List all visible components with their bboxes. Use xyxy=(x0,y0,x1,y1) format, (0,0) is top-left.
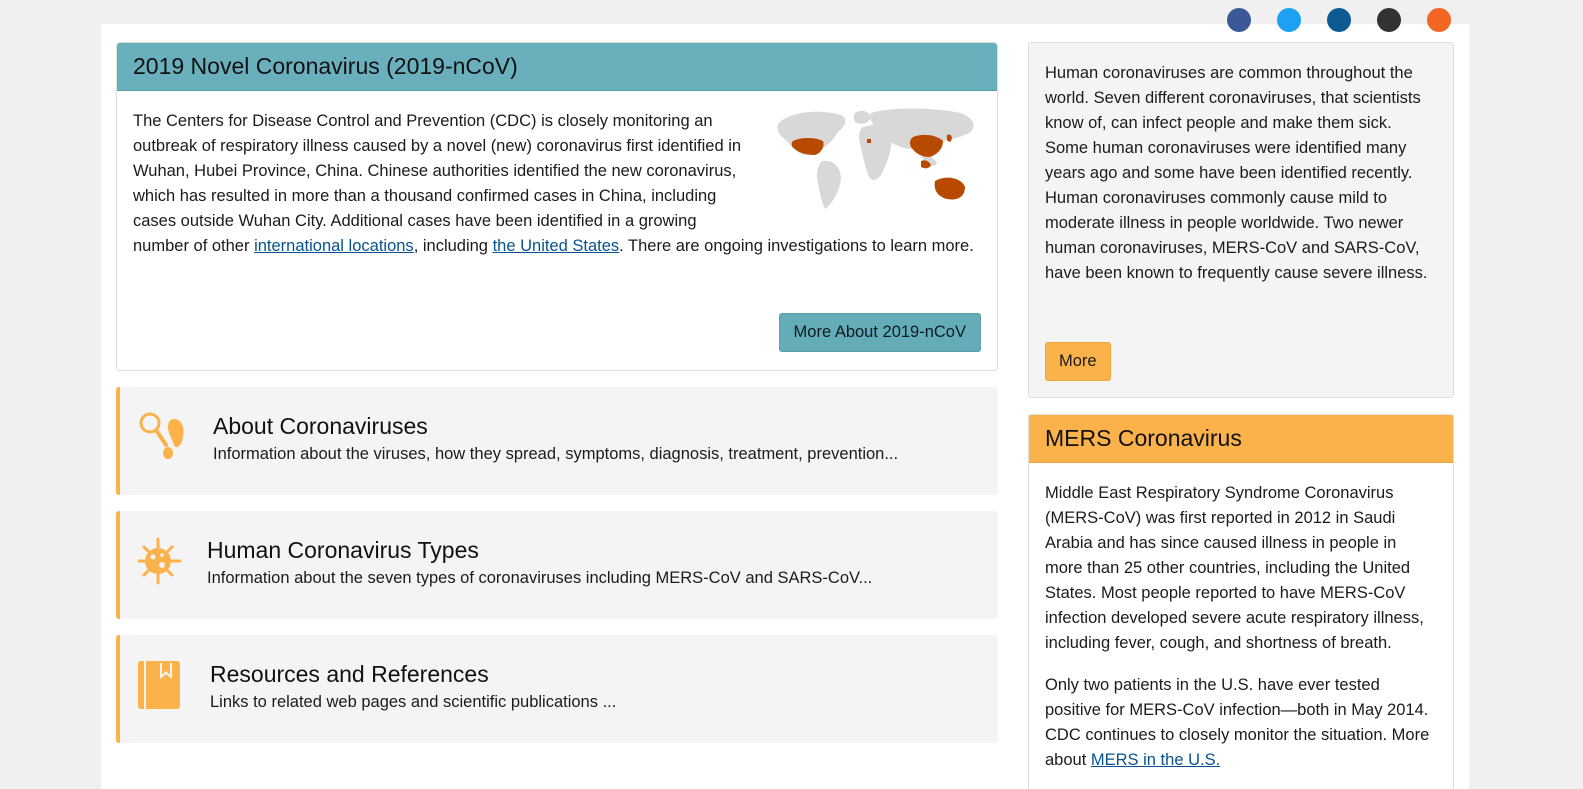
feature-body: The Centers for Disease Control and Prev… xyxy=(117,91,997,259)
feature-header: 2019 Novel Coronavirus (2019-nCoV) xyxy=(117,43,997,91)
mers-panel: MERS Coronavirus Middle East Respiratory… xyxy=(1028,414,1454,789)
feature-title: 2019 Novel Coronavirus (2019-nCoV) xyxy=(133,53,518,79)
card-description: Information about the seven types of cor… xyxy=(207,569,873,587)
social-links xyxy=(1227,8,1451,32)
card-title: About Coronaviruses xyxy=(213,413,428,439)
mers-header: MERS Coronavirus xyxy=(1029,415,1453,463)
left-column: 2019 Novel Coronavirus (2019-nCoV) The C… xyxy=(116,42,998,743)
email-icon[interactable] xyxy=(1377,8,1401,32)
linkedin-icon[interactable] xyxy=(1327,8,1351,32)
card-description: Information about the viruses, how they … xyxy=(213,445,899,463)
rss-icon[interactable] xyxy=(1427,8,1451,32)
right-column: Human coronaviruses are common throughou… xyxy=(1028,42,1454,789)
world-map-icon xyxy=(777,108,974,209)
feature-text-3: . There are ongoing investigations to le… xyxy=(619,237,974,255)
card-title: Resources and References xyxy=(210,661,489,687)
card-about-coronaviruses[interactable]: About Coronaviruses Information about th… xyxy=(116,387,998,495)
card-resources-references[interactable]: Resources and References Links to relate… xyxy=(116,635,998,743)
mers-paragraph-1: Middle East Respiratory Syndrome Coronav… xyxy=(1045,484,1424,652)
feature-text-1: The Centers for Disease Control and Prev… xyxy=(133,112,742,255)
virus-icon xyxy=(138,537,182,585)
page-container: 2019 Novel Coronavirus (2019-nCoV) The C… xyxy=(101,8,1469,789)
card-human-coronavirus-types[interactable]: Human Coronavirus Types Information abou… xyxy=(116,511,998,619)
mers-body: Middle East Respiratory Syndrome Coronav… xyxy=(1029,463,1453,773)
card-title: Human Coronavirus Types xyxy=(207,537,479,563)
more-about-ncov-button[interactable]: More About 2019-nCoV xyxy=(778,313,981,352)
more-button[interactable]: More xyxy=(1045,342,1111,381)
mers-in-us-link[interactable]: MERS in the U.S. xyxy=(1091,751,1220,769)
feature-panel: 2019 Novel Coronavirus (2019-nCoV) The C… xyxy=(116,42,998,371)
info-text: Human coronaviruses are common throughou… xyxy=(1045,64,1428,282)
international-locations-link[interactable]: international locations xyxy=(254,237,414,255)
feature-text-2: , including xyxy=(413,237,493,255)
human-coronaviruses-info-panel: Human coronaviruses are common throughou… xyxy=(1028,42,1454,398)
mers-title: MERS Coronavirus xyxy=(1045,425,1242,451)
magnifier-footprint-icon xyxy=(139,412,184,459)
twitter-icon[interactable] xyxy=(1277,8,1301,32)
book-icon xyxy=(138,661,180,709)
card-description: Links to related web pages and scientifi… xyxy=(210,693,617,711)
mers-paragraph-2: Only two patients in the U.S. have ever … xyxy=(1045,673,1437,773)
facebook-icon[interactable] xyxy=(1227,8,1251,32)
united-states-link[interactable]: the United States xyxy=(493,237,620,255)
